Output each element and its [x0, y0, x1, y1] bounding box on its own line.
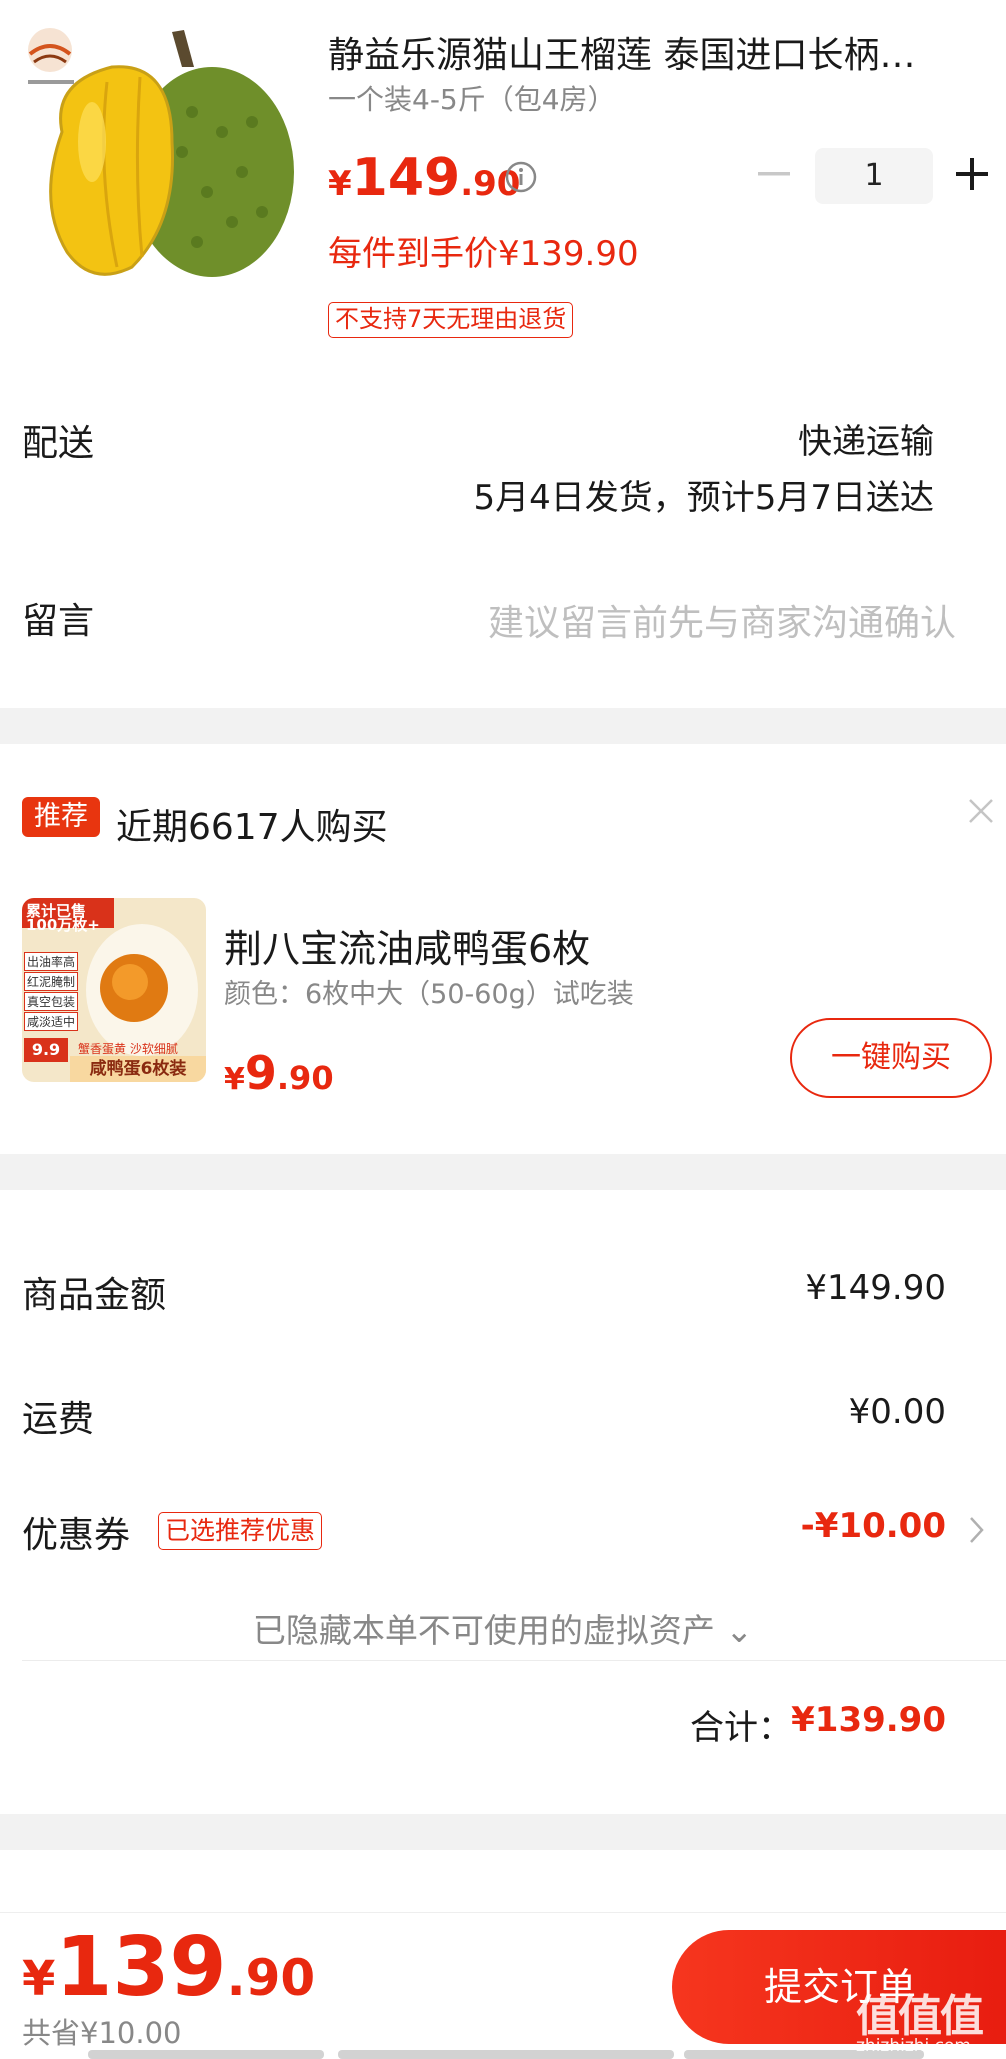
- section-divider: [0, 1814, 1006, 1850]
- hidden-assets-toggle[interactable]: 已隐藏本单不可使用的虚拟资产 ⌄: [0, 1604, 1006, 1652]
- goods-amount-label: 商品金额: [22, 1275, 167, 1316]
- delivery-time: 5月4日发货，预计5月7日送达: [473, 478, 934, 518]
- info-icon[interactable]: [504, 160, 538, 194]
- section-divider: [0, 1154, 1006, 1190]
- scrollbar-segment: [338, 2050, 674, 2059]
- product-price: ¥149.90: [328, 148, 520, 208]
- chevron-right-icon[interactable]: [968, 1514, 986, 1546]
- close-icon[interactable]: [966, 796, 996, 826]
- return-policy-badge: 不支持7天无理由退货: [328, 302, 574, 338]
- watermark-url: zhizhizhi.com: [856, 2036, 971, 2056]
- price-integer: 149: [351, 148, 461, 208]
- decrease-quantity-button[interactable]: [752, 152, 796, 196]
- recommend-item-price: ¥9.90: [224, 1046, 334, 1100]
- price-integer: 9: [244, 1046, 277, 1100]
- price-decimal: .90: [276, 1059, 334, 1097]
- price-decimal: .90: [226, 1949, 316, 2007]
- watermark: 值值值 zhizhizhi.com: [856, 1980, 1006, 2059]
- brand-logo-icon: [28, 28, 74, 84]
- image-tag: 真空包装: [24, 992, 79, 1011]
- price-currency: ¥: [224, 1062, 245, 1097]
- image-caption: 咸鸭蛋6枚装: [70, 1056, 206, 1082]
- shipping-fee-label: 运费: [22, 1399, 95, 1440]
- saved-amount: 共省¥10.00: [22, 2016, 182, 2050]
- recommend-item-spec: 颜色：6枚中大（50-60g）试吃装: [224, 979, 634, 1010]
- delivery-method[interactable]: 快递运输: [798, 414, 934, 463]
- image-small-price: 9.9: [24, 1038, 68, 1062]
- recommend-item-image[interactable]: 累计已售 100万枚+ 出油率高 红泥腌制 真空包装 咸淡适中 9.9 蟹香蛋黄…: [22, 898, 206, 1082]
- goods-amount-value: ¥149.90: [805, 1268, 946, 1308]
- message-input[interactable]: 建议留言前先与商家沟通确认: [488, 594, 956, 646]
- divider: [22, 1660, 1006, 1661]
- image-tag: 咸淡适中: [24, 1012, 79, 1031]
- product-image[interactable]: [22, 22, 294, 294]
- price-currency: ¥: [22, 1951, 56, 2007]
- scrollbar-segment: [88, 2050, 324, 2059]
- product-spec[interactable]: 一个装4-5斤（包4房）: [328, 78, 616, 118]
- image-caption-top: 蟹香蛋黄 沙软细腻: [78, 1042, 178, 1056]
- quantity-input[interactable]: 1: [815, 148, 933, 204]
- shipping-fee-value: ¥0.00: [848, 1392, 946, 1432]
- increase-quantity-button[interactable]: [952, 154, 992, 194]
- coupon-value[interactable]: -¥10.00: [801, 1506, 946, 1546]
- watermark-logo: 值值值: [856, 1991, 984, 2042]
- delivery-label: 配送: [22, 423, 95, 464]
- recommend-badge: 推荐: [22, 797, 100, 837]
- message-label: 留言: [22, 601, 95, 642]
- image-tag: 出油率高: [24, 952, 79, 971]
- recommend-text: 近期6617人购买: [116, 807, 388, 848]
- image-banner-2: 100万枚+: [26, 916, 100, 934]
- price-integer: 139: [55, 1920, 227, 2015]
- coupon-badge: 已选推荐优惠: [158, 1512, 323, 1550]
- total-label: 合计：: [690, 1708, 792, 1748]
- coupon-label[interactable]: 优惠券: [22, 1506, 130, 1558]
- image-tag: 红泥腌制: [24, 972, 79, 991]
- net-price: 每件到手价¥139.90: [328, 234, 639, 274]
- total-value: ¥139.90: [791, 1700, 946, 1740]
- section-divider: [0, 708, 1006, 744]
- pay-price: ¥139.90: [22, 1920, 315, 2015]
- recommend-item-title[interactable]: 荆八宝流油咸鸭蛋6枚: [224, 918, 590, 973]
- price-currency: ¥: [328, 164, 352, 204]
- product-title[interactable]: 静益乐源猫山王榴莲 泰国进口长柄…: [328, 26, 988, 78]
- one-click-buy-button[interactable]: 一键购买: [790, 1018, 992, 1098]
